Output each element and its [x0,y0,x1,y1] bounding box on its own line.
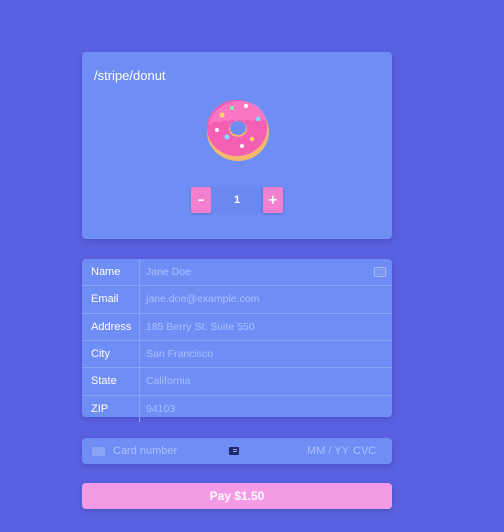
billing-row-city: City San Francisco [82,340,392,369]
billing-row-zip: ZIP 94103 [82,395,392,422]
city-label: City [82,340,140,368]
contact-card-icon[interactable] [374,267,386,277]
name-label: Name [82,259,140,286]
decrement-button[interactable]: – [191,187,211,213]
billing-form: Name Jane Doe Email jane.doe@example.com… [82,259,392,422]
address-field[interactable]: 185 Berry St. Suite 550 [140,314,392,340]
billing-row-address: Address 185 Berry St. Suite 550 [82,313,392,341]
billing-row-email: Email jane.doe@example.com [82,286,392,314]
zip-field[interactable]: 94103 [140,396,392,422]
address-label: Address [82,313,140,340]
email-label: Email [82,286,140,313]
city-field[interactable]: San Francisco [140,341,392,367]
card-cvc-field[interactable]: CVC [353,445,376,457]
card-expiry-field[interactable]: MM / YY [307,445,349,457]
state-label: State [82,368,140,395]
billing-row-state: State California [82,368,392,396]
email-field[interactable]: jane.doe@example.com [140,286,392,312]
quantity-input[interactable]: 1 [211,187,263,213]
billing-row-name: Name Jane Doe [82,259,392,287]
card-number-field[interactable]: Card number [113,445,177,457]
state-field[interactable]: California [140,368,392,394]
increment-button[interactable]: + [263,187,283,213]
card-element[interactable]: Card number MM / YY CVC [82,438,392,464]
donut-icon [207,100,269,161]
zip-label: ZIP [82,395,140,422]
pay-button[interactable]: Pay $1.50 [82,483,392,509]
credit-card-icon [92,447,105,456]
id-card-icon[interactable] [229,447,239,455]
product-title: /stripe/donut [94,68,166,83]
quantity-stepper: – 1 + [191,187,283,213]
name-field[interactable]: Jane Doe [140,259,392,285]
product-card: /stripe/donut – 1 + [82,52,392,239]
